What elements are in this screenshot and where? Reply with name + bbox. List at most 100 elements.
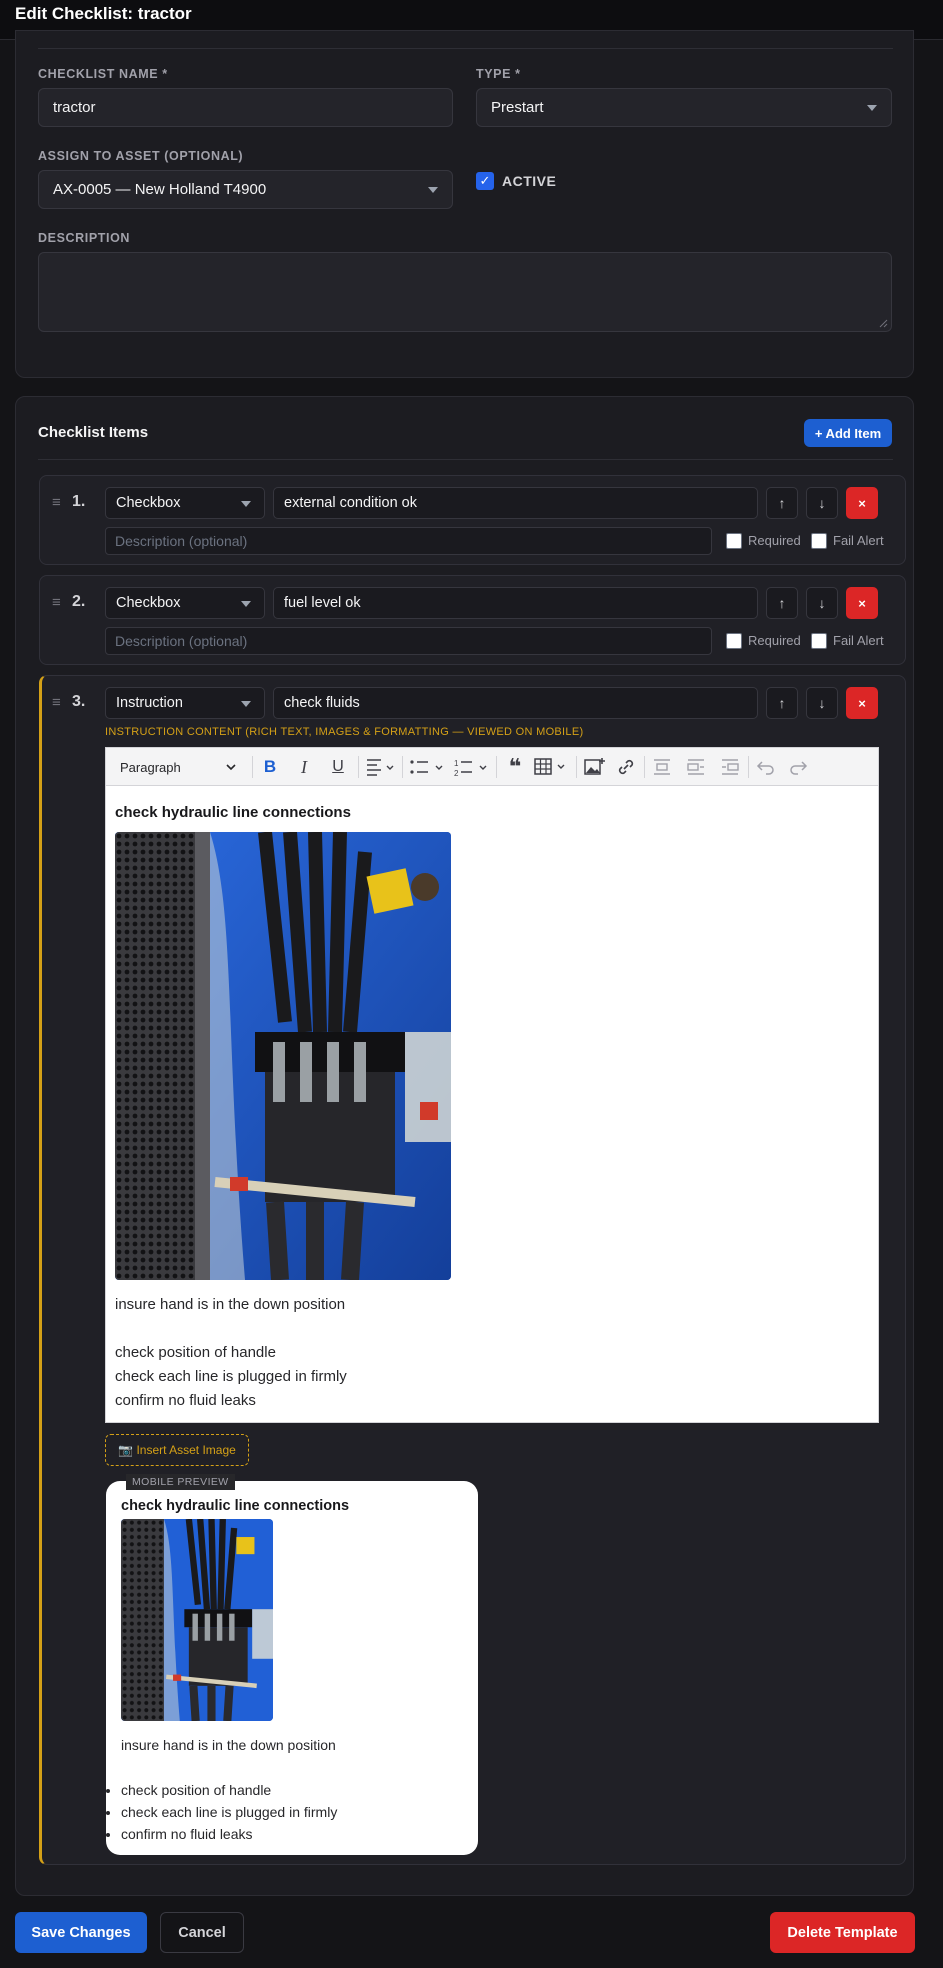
item-description-input[interactable]: Description (optional) <box>105 627 712 655</box>
item-type-value: Instruction <box>116 695 183 711</box>
chevron-down-icon <box>867 104 877 111</box>
italic-icon[interactable]: I <box>290 754 318 780</box>
move-up-button[interactable]: ↑ <box>766 687 798 719</box>
resize-handle-icon[interactable] <box>878 318 888 328</box>
item-number: 2. <box>72 593 86 610</box>
bold-icon[interactable]: B <box>256 754 284 780</box>
fail-alert-checkbox[interactable] <box>811 633 827 649</box>
item-label-input[interactable]: check fluids <box>273 687 758 719</box>
delete-item-button[interactable]: × <box>846 687 878 719</box>
toolbar-separator <box>252 756 253 778</box>
chevron-down-icon <box>428 186 438 193</box>
preview-heading: check hydraulic line connections <box>121 1498 350 1514</box>
image-align-right-icon[interactable] <box>720 757 740 777</box>
drag-handle-icon[interactable]: ≡ <box>52 594 61 611</box>
save-changes-button[interactable]: Save Changes <box>15 1912 147 1953</box>
asset-select[interactable]: AX-0005 — New Holland T4900 <box>38 170 453 209</box>
description-label: DESCRIPTION <box>38 231 131 245</box>
item-label-input[interactable]: external condition ok <box>273 487 758 519</box>
fail-alert-checkbox[interactable] <box>811 533 827 549</box>
svg-text:2: 2 <box>454 769 459 778</box>
editor-line-2: check position of handle <box>115 1344 276 1361</box>
required-label: Required <box>748 633 801 648</box>
chevron-down-icon <box>226 764 236 771</box>
editor-content[interactable]: check hydraulic line connections insure … <box>106 786 878 1422</box>
required-checkbox[interactable] <box>726 633 742 649</box>
checklist-item-instruction: ≡ 3. Instruction check fluids ↑ ↓ × INST… <box>39 675 906 1865</box>
mobile-preview-badge: MOBILE PREVIEW <box>126 1474 235 1490</box>
required-checkbox[interactable] <box>726 533 742 549</box>
align-icon[interactable] <box>366 758 396 778</box>
image-align-left-icon[interactable] <box>652 757 672 777</box>
toolbar-separator <box>402 756 403 778</box>
delete-item-button[interactable]: × <box>846 587 878 619</box>
toolbar-separator <box>748 756 749 778</box>
insert-asset-image-button[interactable]: 📷 Insert Asset Image <box>105 1434 249 1466</box>
block-style-select[interactable]: Paragraph <box>110 752 246 782</box>
move-down-button[interactable]: ↓ <box>806 487 838 519</box>
description-textarea[interactable] <box>38 252 892 332</box>
chevron-down-icon <box>241 701 251 707</box>
item-type-value: Checkbox <box>116 595 181 611</box>
asset-value: AX-0005 — New Holland T4900 <box>53 181 267 198</box>
item-description-input[interactable]: Description (optional) <box>105 527 712 555</box>
preview-photo <box>121 1519 273 1721</box>
toolbar-separator <box>496 756 497 778</box>
item-type-select[interactable]: Instruction <box>105 687 265 719</box>
move-down-button[interactable]: ↓ <box>806 587 838 619</box>
fail-alert-label: Fail Alert <box>833 633 884 648</box>
add-item-button[interactable]: + Add Item <box>804 419 892 447</box>
preview-bullet: check each line is plugged in firmly <box>121 1801 337 1823</box>
section-divider <box>38 459 893 460</box>
checklist-item: ≡ 1. Checkbox external condition ok ↑ ↓ … <box>39 475 906 565</box>
item-type-select[interactable]: Checkbox <box>105 487 265 519</box>
editor-heading: check hydraulic line connections <box>115 804 351 821</box>
table-icon[interactable] <box>534 757 570 777</box>
instruction-content-label: INSTRUCTION CONTENT (RICH TEXT, IMAGES &… <box>105 726 584 738</box>
numbered-list-icon[interactable]: 12 <box>454 758 490 778</box>
editor-line-3: check each line is plugged in firmly <box>115 1368 347 1385</box>
toolbar-separator <box>644 756 645 778</box>
hydraulic-photo <box>115 832 451 1280</box>
checklist-name-label: CHECKLIST NAME * <box>38 67 168 81</box>
delete-template-button[interactable]: Delete Template <box>770 1912 915 1953</box>
editor-line-4: confirm no fluid leaks <box>115 1392 256 1409</box>
move-up-button[interactable]: ↑ <box>766 487 798 519</box>
item-label-value: check fluids <box>284 695 360 711</box>
delete-item-button[interactable]: × <box>846 487 878 519</box>
blockquote-icon[interactable]: ❝ <box>502 754 528 780</box>
checklist-items-panel: Checklist Items + Add Item ≡ 1. Checkbox… <box>15 396 914 1896</box>
underline-icon[interactable]: U <box>324 754 352 780</box>
image-align-center-icon[interactable] <box>686 757 706 777</box>
svg-text:1: 1 <box>454 759 459 768</box>
active-checkbox[interactable]: ✓ <box>476 172 494 190</box>
toolbar-separator <box>576 756 577 778</box>
preview-bullet-list: check position of handle check each line… <box>121 1779 337 1845</box>
item-number: 1. <box>72 493 86 510</box>
preview-bullet: confirm no fluid leaks <box>121 1823 337 1845</box>
move-up-button[interactable]: ↑ <box>766 587 798 619</box>
drag-handle-icon[interactable]: ≡ <box>52 694 61 711</box>
type-label: TYPE * <box>476 67 521 81</box>
panel-divider <box>38 48 893 49</box>
insert-image-icon[interactable] <box>584 757 606 777</box>
active-label: ACTIVE <box>502 173 557 189</box>
item-type-select[interactable]: Checkbox <box>105 587 265 619</box>
bullet-list-icon[interactable] <box>410 758 446 778</box>
block-style-value: Paragraph <box>120 759 181 775</box>
checklist-details-panel: CHECKLIST NAME * tractor TYPE * Prestart… <box>15 30 914 378</box>
preview-bullet: check position of handle <box>121 1779 337 1801</box>
type-select[interactable]: Prestart <box>476 88 892 127</box>
move-down-button[interactable]: ↓ <box>806 687 838 719</box>
redo-icon[interactable] <box>788 757 808 777</box>
checklist-name-input[interactable]: tractor <box>38 88 453 127</box>
type-value: Prestart <box>491 99 544 116</box>
cancel-button[interactable]: Cancel <box>160 1912 244 1953</box>
editor-line-1: insure hand is in the down position <box>115 1296 346 1313</box>
checklist-item: ≡ 2. Checkbox fuel level ok ↑ ↓ × Descri… <box>39 575 906 665</box>
undo-icon[interactable] <box>756 757 776 777</box>
item-type-value: Checkbox <box>116 495 181 511</box>
link-icon[interactable] <box>616 757 636 777</box>
item-label-input[interactable]: fuel level ok <box>273 587 758 619</box>
drag-handle-icon[interactable]: ≡ <box>52 494 61 511</box>
